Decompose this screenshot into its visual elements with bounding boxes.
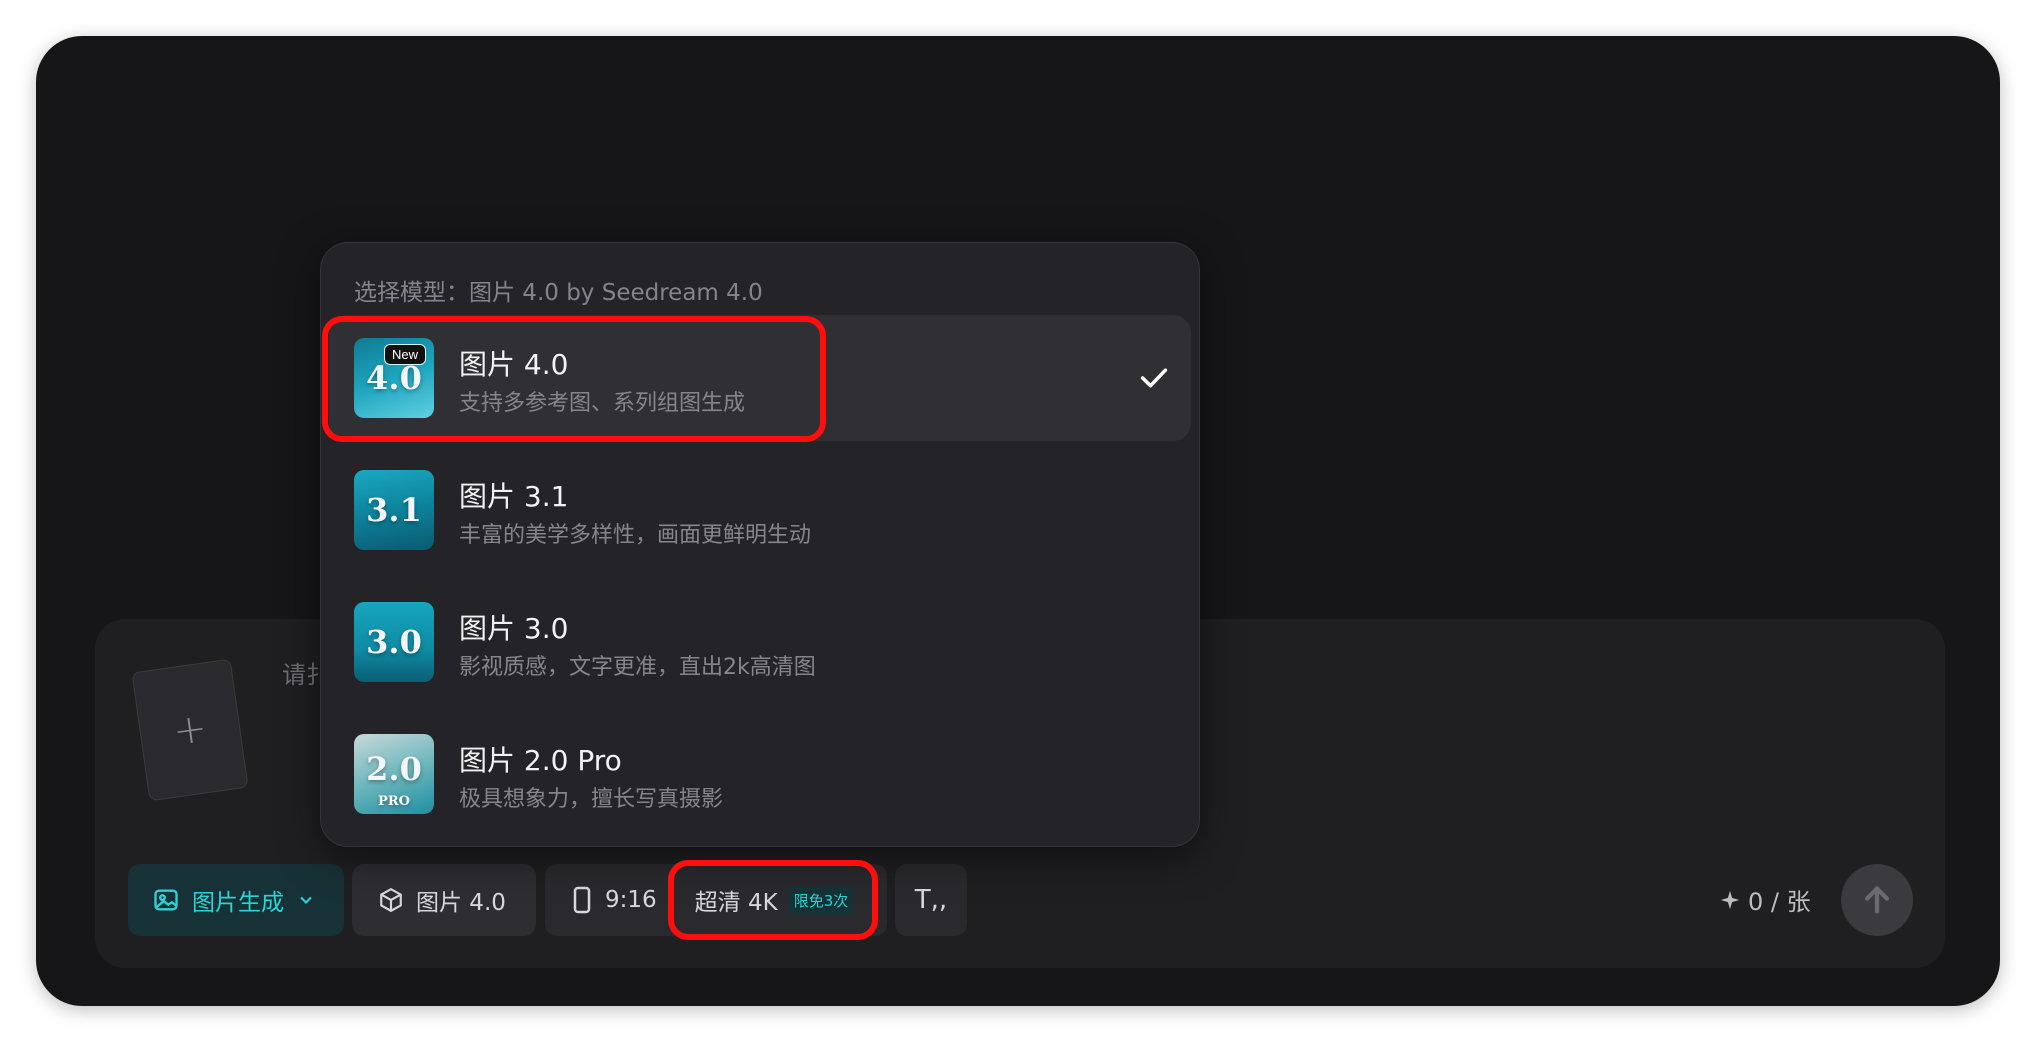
checkmark-icon: [1140, 368, 1168, 388]
image-generate-icon: [154, 889, 178, 911]
upload-reference-button[interactable]: +: [131, 658, 249, 802]
dropdown-header: 选择模型：图片 4.0 by Seedream 4.0: [354, 280, 763, 306]
model-description: 丰富的美学多样性，画面更鲜明生动: [459, 523, 812, 548]
model-option-image-3-1[interactable]: 3.1 图片 3.1 丰富的美学多样性，画面更鲜明生动: [329, 447, 1191, 573]
portrait-phone-icon: [573, 886, 591, 914]
arrow-up-icon: [1864, 885, 1890, 914]
aspect-ratio-segment[interactable]: 9:16: [573, 886, 657, 914]
mode-label: 图片生成: [192, 890, 284, 916]
model-title: 图片 2.0 Pro: [459, 744, 622, 777]
credit-text: 0 / 张: [1748, 888, 1811, 916]
cube-icon: [380, 887, 402, 913]
model-description: 影视质感，文字更准，直出2k高清图: [459, 655, 816, 680]
model-label: 图片 4.0: [416, 890, 506, 916]
ratio-label: 9:16: [605, 887, 657, 913]
chevron-down-icon: [300, 896, 312, 904]
model-option-image-3-0[interactable]: 3.0 图片 3.0 影视质感，文字更准，直出2k高清图: [329, 579, 1191, 705]
model-select-button[interactable]: 图片 4.0: [352, 864, 536, 936]
model-option-image-2-0-pro[interactable]: 2.0 PRO 图片 2.0 Pro 极具想象力，擅长写真摄影: [329, 711, 1191, 837]
model-description: 极具想象力，擅长写真摄影: [459, 787, 724, 812]
model-thumbnail: 3.1: [354, 470, 434, 550]
plus-icon: +: [170, 704, 210, 756]
send-button[interactable]: [1841, 864, 1913, 936]
model-title: 图片 3.1: [459, 480, 569, 513]
generation-mode-button[interactable]: 图片生成: [128, 864, 344, 936]
credit-counter: 0 / 张: [1720, 882, 1811, 917]
model-thumbnail: 3.0: [354, 602, 434, 682]
sparkle-icon: [1720, 890, 1740, 909]
pro-badge: PRO: [378, 794, 410, 809]
highlight-selected-model: [322, 316, 826, 442]
highlight-resolution: [668, 860, 878, 940]
model-title: 图片 3.0: [459, 612, 569, 645]
text-format-icon: T,,: [914, 885, 948, 915]
model-thumbnail: 2.0 PRO: [354, 734, 434, 814]
text-style-button[interactable]: T,,: [895, 864, 967, 936]
